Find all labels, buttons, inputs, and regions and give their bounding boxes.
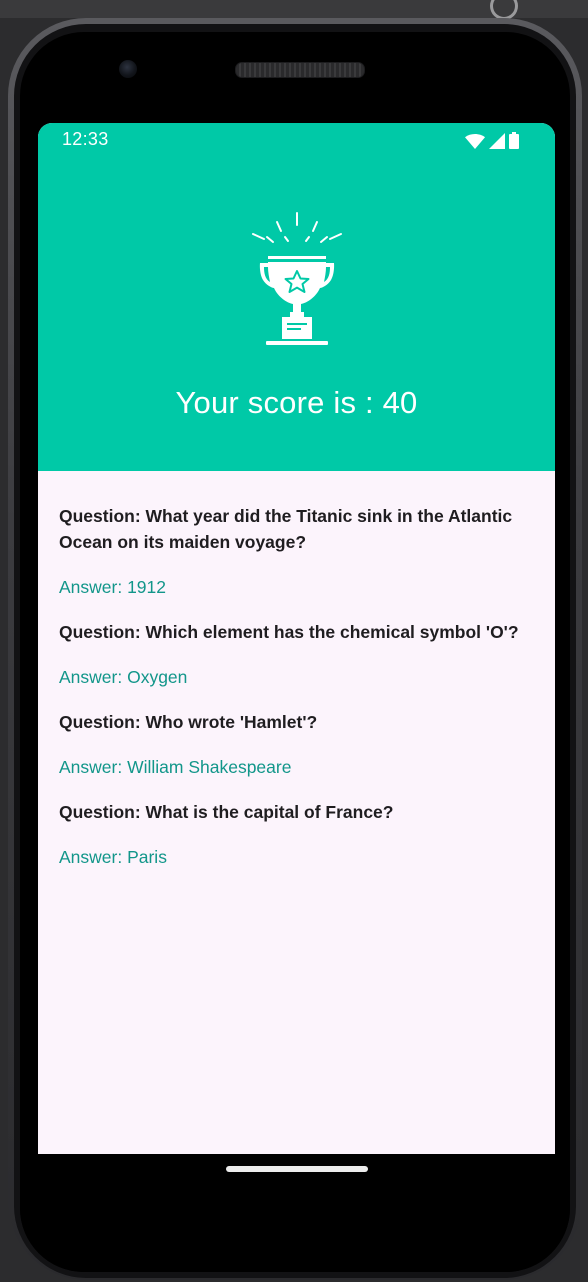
list-item: Question: Who wrote 'Hamlet'? Answer: Wi… — [59, 709, 529, 779]
emulator-window-bar — [0, 0, 588, 20]
answer-text: Answer: William Shakespeare — [59, 757, 292, 777]
results-list: Question: What year did the Titanic sink… — [59, 503, 529, 889]
app-screen: 12:33 Your score is: 40 Question: What … — [38, 123, 555, 1154]
rotate-icon[interactable] — [490, 0, 518, 20]
status-bar: 12:33 — [38, 123, 555, 155]
trophy-icon — [252, 212, 342, 345]
front-camera-icon — [119, 60, 137, 78]
status-time: 12:33 — [62, 129, 109, 149]
home-indicator[interactable] — [226, 1166, 368, 1172]
answer-text: Answer: Paris — [59, 847, 167, 867]
score-header: 12:33 Your score is: 40 — [38, 123, 555, 471]
question-text: Question: Who wrote 'Hamlet'? — [59, 712, 318, 732]
question-text: Question: What is the capital of France? — [59, 802, 394, 822]
battery-icon — [509, 132, 519, 149]
list-item: Question: Which element has the chemical… — [59, 619, 529, 689]
question-text: Question: Which element has the chemical… — [59, 622, 519, 642]
list-item: Question: What year did the Titanic sink… — [59, 503, 529, 599]
answer-text: Answer: Oxygen — [59, 667, 188, 687]
answer-text: Answer: 1912 — [59, 577, 167, 597]
earpiece-speaker — [235, 62, 365, 78]
wifi-icon — [465, 134, 485, 149]
score-text: Your score is : 40 — [175, 385, 418, 420]
list-item: Question: What is the capital of France?… — [59, 799, 529, 869]
cellular-signal-icon — [489, 133, 505, 149]
status-icons — [465, 131, 519, 149]
question-text: Question: What year did the Titanic sink… — [59, 506, 513, 552]
